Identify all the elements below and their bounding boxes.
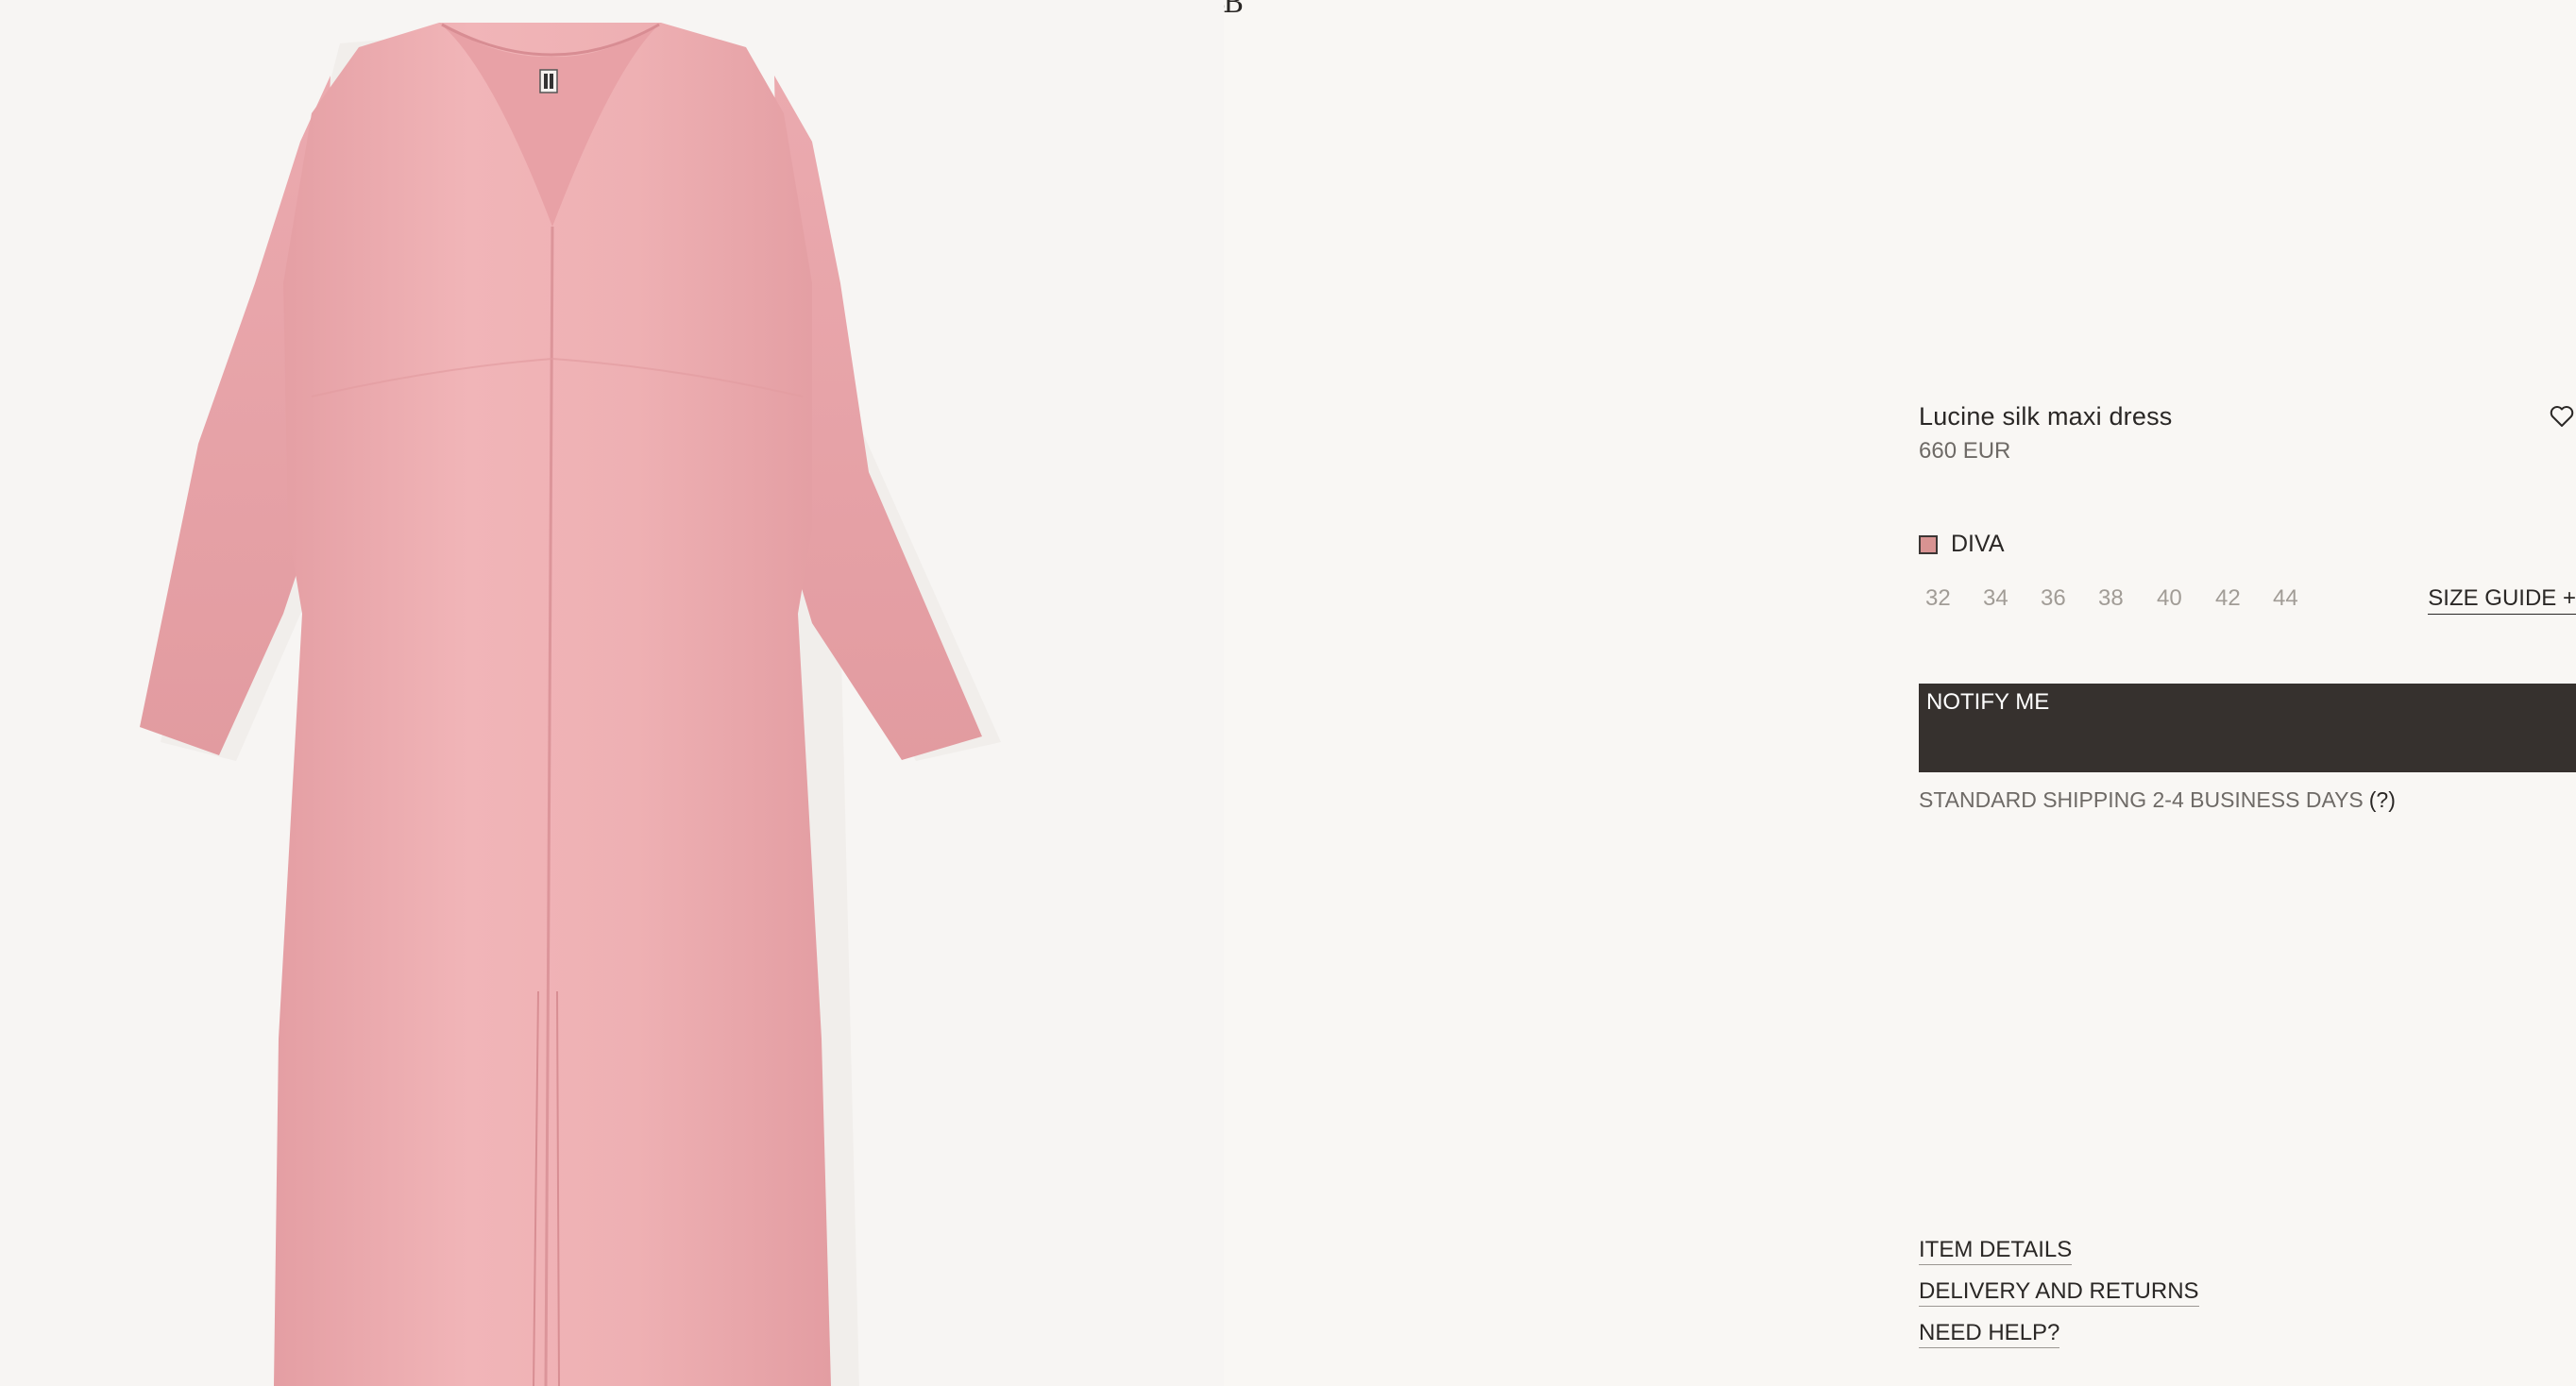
title-row: Lucine silk maxi dress 660 EUR bbox=[1919, 402, 2576, 464]
size-option[interactable]: 34 bbox=[1983, 585, 2008, 612]
color-name: DIVA bbox=[1951, 531, 2005, 557]
delivery-returns-link[interactable]: DELIVERY AND RETURNS bbox=[1919, 1278, 2199, 1307]
size-option[interactable]: 38 bbox=[2098, 585, 2124, 612]
size-option[interactable]: 32 bbox=[1925, 585, 1951, 612]
product-info: Lucine silk maxi dress 660 EUR DIVA 32 3… bbox=[1919, 0, 2576, 1386]
shipping-text: STANDARD SHIPPING 2-4 BUSINESS DAYS bbox=[1919, 787, 2364, 812]
item-details-link[interactable]: ITEM DETAILS bbox=[1919, 1237, 2073, 1265]
dress-illustration bbox=[0, 0, 1224, 1386]
size-selector: 32 34 36 38 40 42 44 SIZE GUIDE + bbox=[1919, 585, 2576, 615]
color-swatch[interactable] bbox=[1919, 534, 1938, 554]
product-accordion: ITEM DETAILS DELIVERY AND RETURNS NEED H… bbox=[1919, 1237, 2199, 1361]
shipping-help-link[interactable]: (?) bbox=[2369, 787, 2396, 812]
product-name: Lucine silk maxi dress bbox=[1919, 402, 2173, 431]
size-option[interactable]: 40 bbox=[2157, 585, 2182, 612]
size-guide-link[interactable]: SIZE GUIDE + bbox=[2428, 585, 2576, 615]
product-price: 660 EUR bbox=[1919, 438, 2011, 464]
size-option[interactable]: 42 bbox=[2215, 585, 2241, 612]
notify-me-button[interactable]: NOTIFY ME bbox=[1919, 684, 2576, 772]
need-help-link[interactable]: NEED HELP? bbox=[1919, 1320, 2060, 1348]
product-image[interactable] bbox=[0, 0, 1224, 1386]
size-option[interactable]: 36 bbox=[2041, 585, 2066, 612]
shipping-info: STANDARD SHIPPING 2-4 BUSINESS DAYS (?) bbox=[1919, 787, 2396, 813]
product-page: BB bbox=[0, 0, 2576, 1386]
heart-outline-icon[interactable] bbox=[2548, 402, 2576, 431]
color-selector[interactable]: DIVA bbox=[1919, 531, 2005, 558]
size-option[interactable]: 44 bbox=[2273, 585, 2298, 612]
